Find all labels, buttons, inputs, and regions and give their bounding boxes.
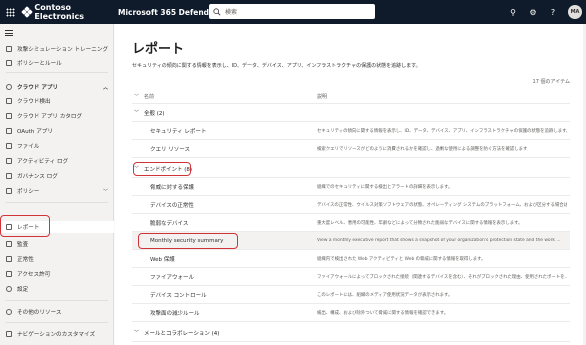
sidebar-item-settings[interactable]: 設定 (0, 283, 114, 295)
highlight-monthly-summary (138, 233, 238, 249)
cloud-icon (6, 84, 12, 90)
search-placeholder: 検索 (225, 9, 238, 16)
group-email-collaboration[interactable]: ﹀ メールとコラボレーション (4) (132, 324, 570, 342)
search-icon (213, 7, 221, 15)
help-icon[interactable]: ? (548, 7, 558, 17)
edit-icon (6, 331, 12, 337)
catalog-icon (6, 113, 12, 119)
sidebar-item-attack-simulation[interactable]: 攻撃シミュレーション トレーニング (0, 43, 114, 55)
sidebar-item-activity-log[interactable]: アクティビティ ログ (0, 155, 114, 167)
table-row[interactable]: 脆弱なデバイス 重大度レベル、悪用の可能性、年齢などによって分類された脆弱なデバ… (132, 214, 570, 232)
contoso-logo-icon (21, 6, 33, 18)
main-content: レポート セキュリティの傾向に関する情報を表示し、ID、データ、デバイス、アプリ… (115, 24, 586, 345)
highlight-reports (0, 215, 50, 237)
info-icon (6, 309, 12, 315)
chevron-down-icon[interactable]: ﹀ (134, 93, 139, 100)
table-row[interactable]: デバイスの正常性 デバイスの正常性、ウイルス対策ソフトウェアの状態、オペレーティ… (132, 196, 570, 214)
sidebar-item-policy[interactable]: ポリシー ﹀ (0, 185, 114, 197)
table-row[interactable]: 攻撃面の減少ルール 検出、構成、および除外ついて脅威に関する情報を確認できます。 (132, 304, 570, 322)
sidebar-item-cloud-app-catalog[interactable]: クラウド アプリ カタログ (0, 110, 114, 122)
table-row[interactable]: Web 保護 組織内で検出された Web アクティビティと Web の脅威に関す… (132, 250, 570, 268)
activity-icon (6, 158, 12, 164)
group-endpoints[interactable]: ﹀ エンドポイント (8) (132, 160, 570, 178)
divider (6, 202, 108, 203)
item-count: 17 個のアイテム (532, 79, 570, 85)
sidebar-item-health[interactable]: 正常性 (0, 253, 114, 265)
sidebar-item-governance-log[interactable]: ガバナンス ログ (0, 170, 114, 182)
discovery-icon (6, 98, 12, 104)
chevron-up-icon: ︿ (102, 84, 108, 91)
table-row[interactable]: クエリ リソース 検索クエリでリソースがどのように消費されるかを確認し、過剰な使… (132, 140, 570, 158)
audit-icon (6, 241, 12, 247)
top-bar: Contoso Electronics Microsoft 365 Defend… (0, 0, 586, 24)
avatar[interactable]: MA (568, 5, 582, 19)
gear-icon (6, 286, 12, 292)
governance-icon (6, 173, 12, 179)
sidebar-item-permissions[interactable]: アクセス許可 (0, 268, 114, 280)
table-header: ﹀ 名前 説明 (132, 90, 570, 104)
chevron-down-icon: ﹀ (134, 330, 140, 336)
column-description[interactable]: 説明 (317, 93, 567, 100)
sidebar: 攻撃シミュレーション トレーニング ポリシーとルール クラウド アプリ ︿ クラウ… (0, 24, 114, 345)
group-general[interactable]: ﹀ 全般 (2) (132, 104, 570, 122)
key-icon (6, 271, 12, 277)
app-launcher-icon[interactable] (0, 0, 20, 24)
sidebar-item-more-resources[interactable]: その他のリソース (0, 306, 114, 318)
table-row[interactable]: デバイス コントロール このレポートには、組織のメディア使用状況データが表示され… (132, 286, 570, 304)
link-icon[interactable]: ⚲ (508, 7, 518, 17)
brand-logo[interactable]: Contoso Electronics (20, 3, 118, 21)
brand-name: Contoso Electronics (34, 3, 84, 21)
chevron-down-icon: ﹀ (134, 110, 140, 116)
sidebar-item-policies-rules[interactable]: ポリシーとルール (0, 57, 114, 69)
sidebar-item-cloud-apps[interactable]: クラウド アプリ ︿ (0, 81, 114, 93)
oauth-icon (6, 128, 12, 134)
search-input[interactable]: 検索 (209, 4, 375, 19)
divider (6, 300, 108, 301)
table-row[interactable]: ファイアウォール ファイアウォールによってブロックされた接続（関連するデバイスを… (132, 268, 570, 286)
highlight-endpoints (133, 162, 191, 176)
sidebar-item-customize-nav[interactable]: ナビゲーションのカスタマイズ (0, 328, 114, 340)
page-title: レポート (132, 42, 185, 57)
health-icon (6, 256, 12, 262)
sidebar-item-cloud-discovery[interactable]: クラウド検出 (0, 95, 114, 107)
table-row[interactable]: 脅威に対する保護 組織でのセキュリティに関する検出とアラートの詳細を表示します。 (132, 178, 570, 196)
page-description: セキュリティの傾向に関する情報を表示し、ID、データ、デバイス、アプリ、インフラ… (132, 63, 421, 69)
sidebar-item-files[interactable]: ファイル (0, 140, 114, 152)
chevron-down-icon: ﹀ (102, 188, 108, 195)
table-row[interactable]: セキュリティ レポート セキュリティの傾向に関する情報を表示し、ID、データ、デ… (132, 122, 570, 140)
column-name[interactable]: 名前 (144, 93, 154, 100)
divider (6, 322, 108, 323)
policy-icon (6, 60, 12, 66)
hamburger-icon[interactable] (5, 30, 13, 36)
sidebar-item-oauth-apps[interactable]: OAuth アプリ (0, 125, 114, 137)
policy-icon (6, 188, 12, 194)
simulation-icon (6, 46, 12, 52)
divider (6, 72, 108, 73)
gear-icon[interactable]: ⚙ (528, 7, 538, 17)
sidebar-item-audit[interactable]: 監査 (0, 238, 114, 250)
file-icon (6, 143, 12, 149)
